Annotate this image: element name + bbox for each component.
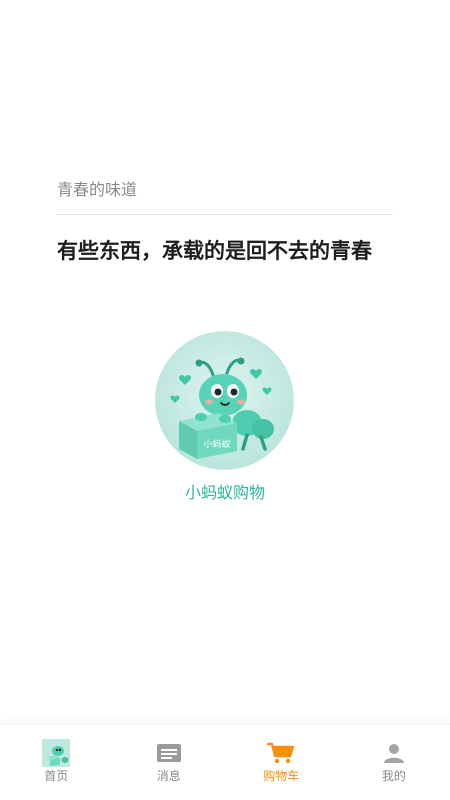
user-icon <box>380 739 408 767</box>
home-thumbnail-icon <box>42 739 71 767</box>
ant-mascot-image: 小蚂蚁 <box>155 331 294 470</box>
tab-cart[interactable]: 购物车 <box>225 725 338 800</box>
tab-profile-label: 我的 <box>381 769 406 783</box>
section-subtitle: 青春的味道 <box>57 180 138 199</box>
tab-home[interactable]: 首页 <box>0 725 113 800</box>
cart-icon <box>267 739 295 767</box>
tab-messages-label: 消息 <box>156 769 181 783</box>
page: 青春的味道 有些东西，承载的是回不去的青春 小蚂蚁 小蚂蚁购物 首页 消息 购物… <box>0 0 450 800</box>
tab-profile[interactable]: 我的 <box>338 725 450 800</box>
divider <box>57 214 393 215</box>
app-logo: 小蚂蚁 <box>155 331 294 470</box>
tab-messages[interactable]: 消息 <box>113 725 226 800</box>
tab-cart-label: 购物车 <box>263 769 300 783</box>
tab-home-label: 首页 <box>44 769 69 783</box>
app-name: 小蚂蚁购物 <box>184 483 265 502</box>
logo-box-text: 小蚂蚁 <box>203 438 230 450</box>
headline: 有些东西，承载的是回不去的青春 <box>57 239 372 263</box>
bottom-tab-bar: 首页 消息 购物车 我的 <box>0 724 450 800</box>
message-icon <box>155 739 183 767</box>
